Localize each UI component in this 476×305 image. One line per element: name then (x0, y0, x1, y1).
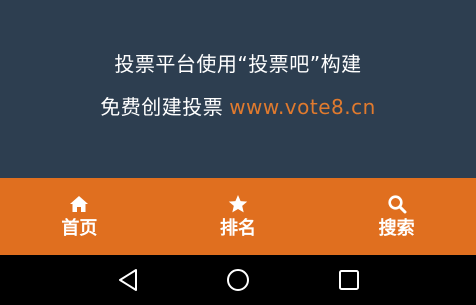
tab-home[interactable]: 首页 (0, 178, 159, 255)
system-navigation-bar (0, 255, 476, 305)
tab-home-label: 首页 (61, 217, 98, 239)
bottom-tab-bar: 首页 排名 搜索 (0, 178, 476, 255)
tab-ranking[interactable]: 排名 (159, 178, 318, 255)
vote8-link[interactable]: www.vote8.cn (229, 95, 376, 119)
star-icon (228, 194, 248, 212)
search-icon (388, 194, 407, 213)
tab-search[interactable]: 搜索 (317, 178, 476, 255)
home-icon (70, 195, 89, 212)
footer-info: 投票平台使用“投票吧”构建 免费创建投票 www.vote8.cn (0, 0, 476, 178)
home-circle-icon[interactable] (225, 267, 251, 293)
footer-create-line: 免费创建投票 www.vote8.cn (0, 93, 476, 121)
recent-apps-icon[interactable] (336, 267, 362, 293)
footer-credit-text: 投票平台使用“投票吧”构建 (114, 52, 362, 76)
footer-create-text: 免费创建投票 (100, 95, 224, 119)
back-icon[interactable] (115, 267, 141, 293)
tab-search-label: 搜索 (378, 217, 415, 239)
app-screen: 投票平台使用“投票吧”构建 免费创建投票 www.vote8.cn 首页 排名 搜… (0, 0, 476, 305)
tab-ranking-label: 排名 (220, 217, 256, 239)
